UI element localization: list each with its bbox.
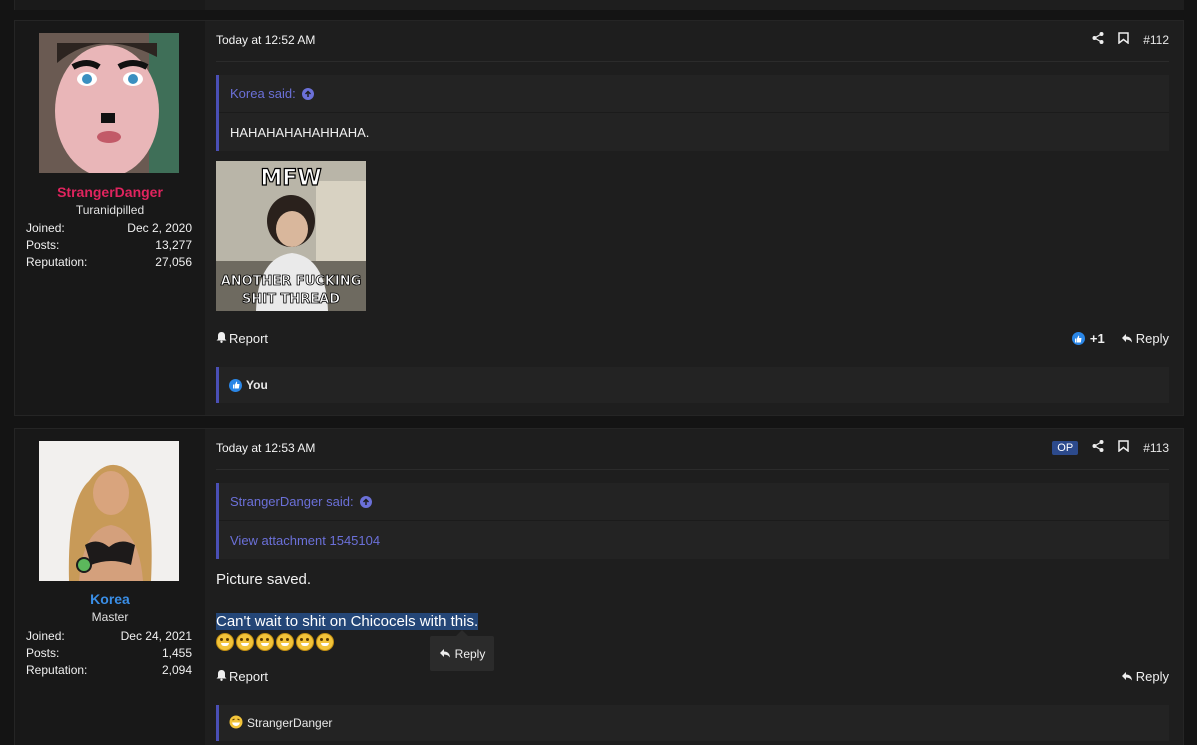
share-icon[interactable] <box>1092 440 1104 455</box>
bell-icon <box>216 669 227 684</box>
post-content: Today at 12:53 AM OP #113 StrangerDanger… <box>205 429 1183 745</box>
quote-author[interactable]: StrangerDanger said: <box>230 494 354 509</box>
online-status-icon <box>76 557 92 573</box>
report-button[interactable]: Report <box>216 331 268 346</box>
stat-joined: Joined: Dec 24, 2021 <box>26 629 192 643</box>
laughing-emoji-icon <box>316 633 334 651</box>
post-113: Korea Master Joined: Dec 24, 2021 Posts: 1… <box>14 428 1184 745</box>
quick-reply-tooltip[interactable]: Reply <box>430 630 494 671</box>
like-count: +1 <box>1089 331 1105 346</box>
bookmark-icon[interactable] <box>1118 440 1129 455</box>
like-icon <box>1071 332 1085 345</box>
post-header-actions: #112 <box>1092 32 1169 47</box>
op-badge: OP <box>1052 440 1079 455</box>
reply-arrow-icon <box>439 647 451 661</box>
user-panel: Korea Master Joined: Dec 24, 2021 Posts: 1… <box>15 429 205 745</box>
reply-button[interactable]: Reply <box>1121 669 1169 684</box>
header-divider <box>216 469 1169 470</box>
post-number[interactable]: #112 <box>1143 33 1169 47</box>
post-footer: Report Reply <box>216 669 1169 684</box>
post-header-actions: OP #113 <box>1052 440 1169 455</box>
stat-joined: Joined: Dec 2, 2020 <box>26 221 192 235</box>
bell-icon <box>216 331 227 346</box>
post-content: Today at 12:52 AM #112 Korea said: HAHAH… <box>205 21 1183 415</box>
quote-block: Korea said: HAHAHAHAHAHHAHA. <box>216 75 1169 151</box>
reactions-users[interactable]: StrangerDanger <box>247 716 332 730</box>
quote-author[interactable]: Korea said: <box>230 86 296 101</box>
reactions-users[interactable]: You <box>246 378 268 392</box>
laughing-emoji-icon <box>216 633 234 651</box>
like-button[interactable]: +1 <box>1071 331 1105 346</box>
stat-posts: Posts: 1,455 <box>26 646 192 660</box>
reply-arrow-icon <box>1121 669 1133 684</box>
emoji-row <box>216 633 336 655</box>
stat-posts: Posts: 13,277 <box>26 238 192 252</box>
post-body-selected-line: Can't wait to shit on Chicocels with thi… <box>216 613 479 630</box>
reactions-bar[interactable]: You <box>216 367 1169 403</box>
arrow-up-circle-icon[interactable] <box>301 87 314 100</box>
reactions-bar[interactable]: StrangerDanger <box>216 705 1169 741</box>
user-title: Turanidpilled <box>75 203 145 217</box>
report-button[interactable]: Report <box>216 669 268 684</box>
laughing-emoji-icon <box>276 633 294 651</box>
user-title: Master <box>91 610 129 624</box>
laughing-emoji-icon <box>236 633 254 651</box>
quote-block: StrangerDanger said: View attachment 154… <box>216 483 1169 559</box>
post-body-line: Picture saved. <box>216 571 312 588</box>
username[interactable]: Korea <box>15 591 205 607</box>
quote-header[interactable]: Korea said: <box>219 75 1169 113</box>
post-number[interactable]: #113 <box>1143 441 1169 455</box>
stat-reputation: Reputation: 27,056 <box>26 255 192 269</box>
arrow-up-circle-icon[interactable] <box>359 495 372 508</box>
post-footer: Report +1 Reply <box>216 331 1169 346</box>
reply-button[interactable]: Reply <box>1121 331 1169 346</box>
user-panel: StrangerDanger Turanidpilled Joined: Dec … <box>15 21 205 415</box>
post-date[interactable]: Today at 12:53 AM <box>216 441 315 455</box>
avatar[interactable] <box>39 33 179 173</box>
stat-reputation: Reputation: 2,094 <box>26 663 192 677</box>
laughing-emoji-icon <box>256 633 274 651</box>
header-divider <box>216 61 1169 62</box>
post-date[interactable]: Today at 12:52 AM <box>216 33 315 47</box>
post-112: StrangerDanger Turanidpilled Joined: Dec … <box>14 20 1184 416</box>
quote-header[interactable]: StrangerDanger said: <box>219 483 1169 521</box>
username[interactable]: StrangerDanger <box>15 184 205 200</box>
bookmark-icon[interactable] <box>1118 32 1129 47</box>
attachment-link[interactable]: View attachment 1545104 <box>219 521 1169 559</box>
previous-post-edge <box>14 0 1184 10</box>
meme-top-text: MFW <box>260 166 321 191</box>
reply-arrow-icon <box>1121 331 1133 346</box>
laughing-emoji-icon <box>229 715 243 732</box>
svg-text:SHIT THREAD: SHIT THREAD <box>242 292 340 307</box>
share-icon[interactable] <box>1092 32 1104 47</box>
avatar[interactable] <box>39 441 179 581</box>
laughing-emoji-icon <box>296 633 314 651</box>
forum-thread: StrangerDanger Turanidpilled Joined: Dec … <box>0 0 1197 745</box>
svg-text:ANOTHER FUCKING: ANOTHER FUCKING <box>221 274 362 289</box>
quote-text: HAHAHAHAHAHHAHA. <box>230 124 370 140</box>
meme-image[interactable]: MFW ANOTHER FUCKING SHIT THREAD <box>216 161 366 311</box>
like-icon <box>229 378 242 392</box>
